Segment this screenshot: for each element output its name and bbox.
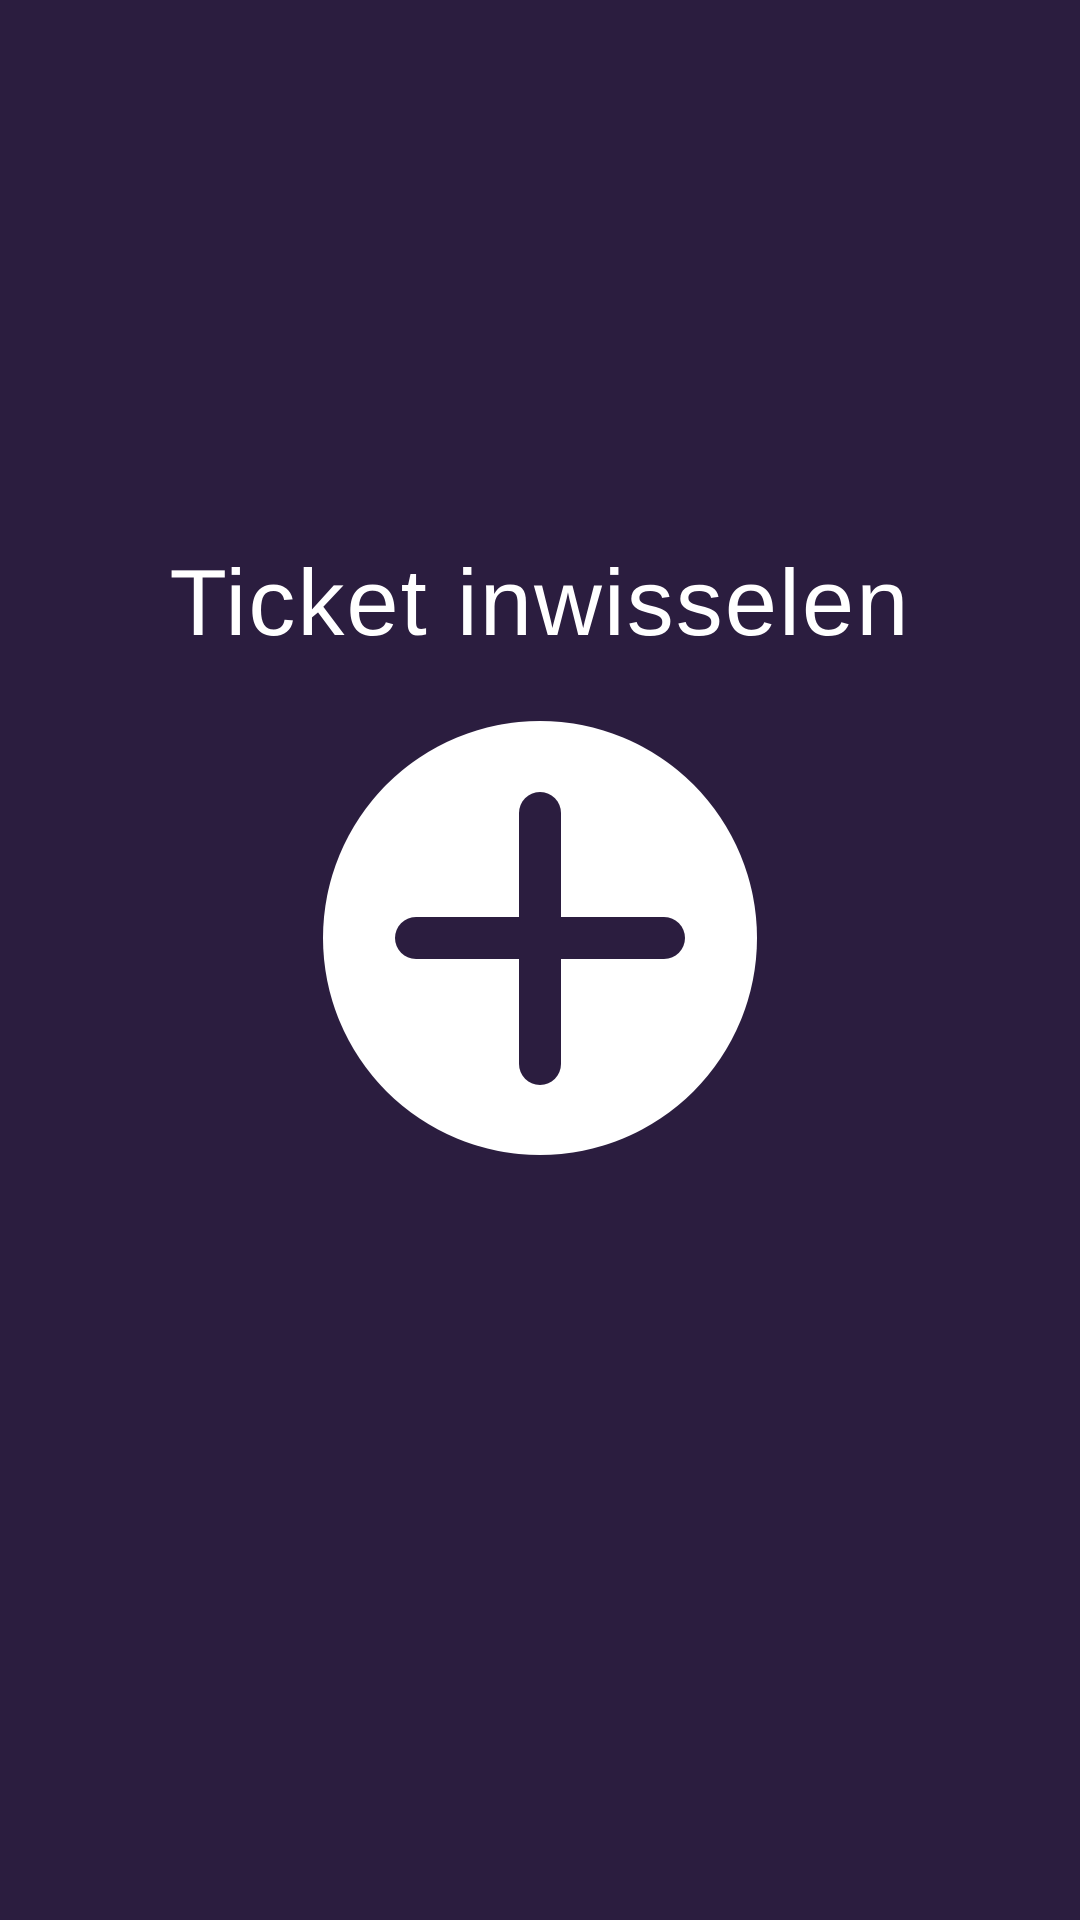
page-title: Ticket inwisselen xyxy=(169,550,911,655)
plus-icon xyxy=(395,792,685,1085)
add-ticket-button[interactable] xyxy=(323,721,757,1155)
redeem-ticket-screen: Ticket inwisselen xyxy=(0,0,1080,1920)
